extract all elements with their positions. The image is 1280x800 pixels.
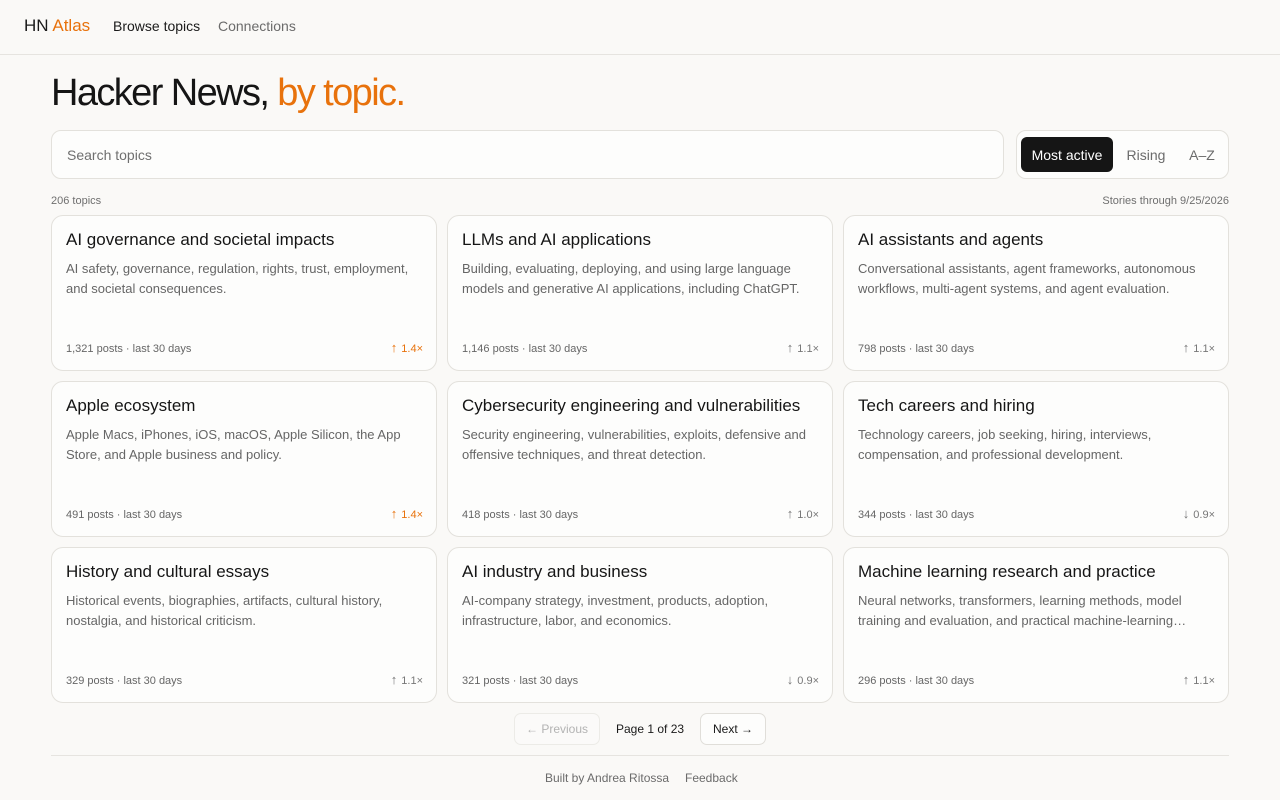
topic-card[interactable]: Cybersecurity engineering and vulnerabil… — [447, 381, 833, 537]
arrow-up-icon: ↑ — [786, 506, 794, 521]
previous-page-button[interactable]: ← Previous — [514, 713, 600, 745]
topic-card-post-count: 798 posts · last 30 days — [858, 343, 975, 355]
brand-prefix: HN — [24, 16, 49, 35]
topic-card-trend-value: 1.0× — [797, 509, 819, 521]
topic-card-title: Tech careers and hiring — [858, 396, 1035, 415]
topic-card-post-count: 344 posts · last 30 days — [858, 509, 975, 521]
topic-card[interactable]: Tech careers and hiring Technology career… — [843, 381, 1229, 537]
topic-card-title: LLMs and AI applications — [462, 230, 652, 249]
topic-card-description: Building, evaluating, deploying, and usi… — [462, 261, 800, 296]
topic-card-trend: ↓ 0.9× — [787, 672, 819, 687]
topic-card-trend: ↑ 1.4× — [391, 340, 423, 355]
brand-accent: Atlas — [52, 16, 91, 35]
topic-card-post-count: 418 posts · last 30 days — [462, 509, 579, 521]
sort-most-active-button[interactable]: Most active — [1021, 137, 1113, 172]
topic-card-trend-value: 1.4× — [401, 343, 423, 355]
topic-card-title: Machine learning research and practice — [858, 562, 1156, 581]
page-title-main: Hacker News, — [51, 72, 270, 114]
footer-feedback-link[interactable]: Feedback — [685, 771, 738, 785]
topic-card[interactable]: AI assistants and agents Conversational a… — [843, 215, 1229, 371]
arrow-up-icon: ↑ — [390, 672, 398, 687]
topic-card[interactable]: Machine learning research and practice Ne… — [843, 547, 1229, 703]
topic-card-trend: ↑ 1.1× — [1183, 672, 1215, 687]
sort-az-button[interactable]: A–Z — [1179, 137, 1225, 172]
topic-card-post-count: 329 posts · last 30 days — [66, 675, 183, 687]
topic-card-title: History and cultural essays — [66, 562, 270, 581]
topic-card-description: AI safety, governance, regulation, right… — [66, 261, 409, 296]
page-title: Hacker News, by topic. — [51, 72, 406, 115]
topic-card[interactable]: AI industry and business AI-company strat… — [447, 547, 833, 703]
arrow-up-icon: ↑ — [1182, 340, 1190, 355]
page-indicator: Page 1 of 23 — [616, 722, 685, 736]
arrow-up-icon: ↑ — [390, 340, 398, 355]
topic-card-description: Conversational assistants, agent framewo… — [858, 261, 1196, 296]
topic-card-trend-value: 1.1× — [401, 675, 423, 687]
topic-card-post-count: 1,321 posts · last 30 days — [66, 343, 192, 355]
topic-card-description: Security engineering, vulnerabilities, e… — [462, 427, 806, 462]
topic-card[interactable]: History and cultural essays Historical ev… — [51, 547, 437, 703]
topic-card-trend: ↑ 1.4× — [391, 506, 423, 521]
topic-card-trend-value: 1.1× — [1193, 343, 1215, 355]
brand-logo[interactable]: HN Atlas — [24, 16, 90, 36]
search-input[interactable] — [51, 130, 1004, 179]
topic-card-trend-value: 1.1× — [797, 343, 819, 355]
arrow-up-icon: ↑ — [786, 340, 794, 355]
footer-built-by-link[interactable]: Built by Andrea Ritossa — [545, 771, 669, 785]
topic-card-post-count: 1,146 posts · last 30 days — [462, 343, 588, 355]
topic-count: 206 topics — [51, 195, 102, 207]
topic-card-post-count: 296 posts · last 30 days — [858, 675, 975, 687]
topic-card-trend-value: 0.9× — [1193, 509, 1215, 521]
topic-card-trend: ↑ 1.0× — [787, 506, 819, 521]
topic-card-trend-value: 0.9× — [797, 675, 819, 687]
topic-card-post-count: 321 posts · last 30 days — [462, 675, 579, 687]
topic-card-title: AI governance and societal impacts — [66, 230, 335, 249]
footer-divider — [51, 755, 1229, 756]
nav-connections[interactable]: Connections — [218, 18, 296, 34]
stories-through: Stories through 9/25/2026 — [1102, 195, 1229, 207]
topic-card-trend: ↑ 1.1× — [1183, 340, 1215, 355]
topic-card-title: AI assistants and agents — [858, 230, 1044, 249]
topic-card-description: Neural networks, transformers, learning … — [858, 593, 1187, 628]
topic-card[interactable]: LLMs and AI applications Building, evalua… — [447, 215, 833, 371]
arrow-up-icon: ↑ — [390, 506, 398, 521]
top-navbar: HN Atlas Browse topics Connections — [0, 0, 1280, 55]
topic-card-title: Apple ecosystem — [66, 396, 196, 415]
topic-card-trend: ↑ 1.1× — [787, 340, 819, 355]
topic-card[interactable]: Apple ecosystem Apple Macs, iPhones, iOS,… — [51, 381, 437, 537]
topic-card-title: Cybersecurity engineering and vulnerabil… — [462, 396, 801, 415]
topic-card-description: Historical events, biographies, artifact… — [66, 593, 383, 628]
topic-card-post-count: 491 posts · last 30 days — [66, 509, 183, 521]
topic-card-description: Technology careers, job seeking, hiring,… — [858, 427, 1152, 462]
topic-card-description: AI-company strategy, investment, product… — [462, 593, 769, 628]
topic-card-trend-value: 1.1× — [1193, 675, 1215, 687]
topic-card[interactable]: AI governance and societal impacts AI saf… — [51, 215, 437, 371]
topic-card-trend: ↑ 1.1× — [391, 672, 423, 687]
nav-browse-topics[interactable]: Browse topics — [113, 18, 200, 34]
arrow-up-icon: ↑ — [1182, 672, 1190, 687]
next-page-button[interactable]: Next → — [700, 713, 766, 745]
arrow-down-icon: ↓ — [1182, 506, 1190, 521]
topic-card-trend: ↓ 0.9× — [1183, 506, 1215, 521]
arrow-down-icon: ↓ — [786, 672, 794, 687]
page-title-accent: by topic. — [277, 72, 406, 114]
topic-card-title: AI industry and business — [462, 562, 648, 581]
topic-card-trend-value: 1.4× — [401, 509, 423, 521]
sort-rising-button[interactable]: Rising — [1117, 137, 1175, 172]
sort-control: Most active Rising A–Z — [1016, 130, 1229, 179]
topic-card-description: Apple Macs, iPhones, iOS, macOS, Apple S… — [66, 427, 401, 462]
